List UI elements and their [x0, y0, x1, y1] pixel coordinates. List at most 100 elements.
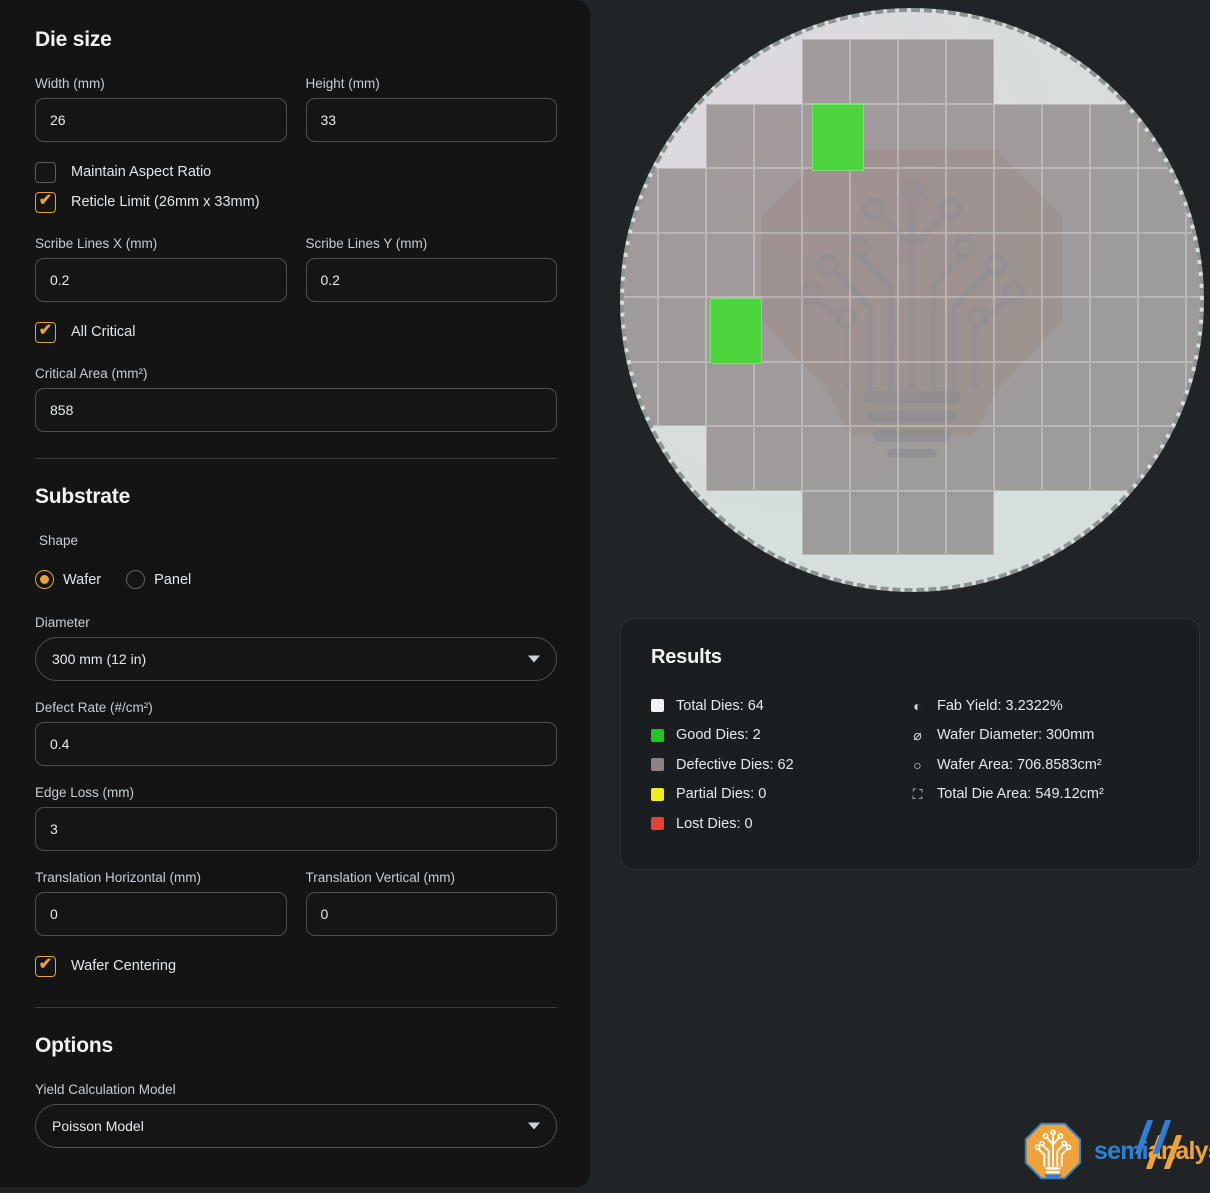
- die-cell[interactable]: [1042, 104, 1090, 169]
- die-cell[interactable]: [754, 233, 802, 298]
- reticle-limit-checkbox[interactable]: ✔: [35, 192, 56, 213]
- die-cell[interactable]: [1090, 104, 1138, 169]
- die-cell[interactable]: [1138, 104, 1186, 169]
- die-width-input[interactable]: [35, 98, 287, 142]
- die-cell[interactable]: [754, 168, 802, 233]
- wafer-disc[interactable]: [620, 8, 1204, 592]
- die-cell[interactable]: [1138, 168, 1186, 233]
- die-cell[interactable]: [850, 491, 898, 556]
- die-cell[interactable]: [946, 104, 994, 169]
- die-cell[interactable]: [850, 426, 898, 491]
- die-cell[interactable]: [1042, 426, 1090, 491]
- die-cell[interactable]: [1090, 233, 1138, 298]
- die-cell[interactable]: [658, 297, 706, 362]
- die-cell[interactable]: [994, 104, 1042, 169]
- die-cell[interactable]: [850, 362, 898, 427]
- wafer-centering-checkbox[interactable]: ✔: [35, 956, 56, 977]
- all-critical-row[interactable]: ✔ All Critical: [35, 317, 557, 347]
- die-cell[interactable]: [994, 426, 1042, 491]
- die-cell[interactable]: [620, 168, 658, 233]
- die-cell[interactable]: [946, 362, 994, 427]
- maintain-aspect-ratio-checkbox[interactable]: [35, 162, 56, 183]
- die-cell[interactable]: [850, 233, 898, 298]
- die-cell[interactable]: [802, 491, 850, 556]
- die-cell[interactable]: [802, 39, 850, 104]
- wafer-radio[interactable]: [35, 570, 54, 589]
- maintain-aspect-ratio-row[interactable]: Maintain Aspect Ratio: [35, 157, 557, 187]
- critical-area-input[interactable]: [35, 388, 557, 432]
- die-cell[interactable]: [850, 39, 898, 104]
- die-cell[interactable]: [620, 297, 658, 362]
- shape-option-panel[interactable]: Panel: [126, 570, 191, 589]
- die-cell[interactable]: [946, 491, 994, 556]
- die-cell[interactable]: [802, 426, 850, 491]
- die-cell[interactable]: [706, 104, 754, 169]
- die-cell[interactable]: [898, 426, 946, 491]
- die-cell[interactable]: [706, 168, 754, 233]
- yield-model-select-wrap[interactable]: Poisson Model: [35, 1104, 557, 1148]
- die-cell[interactable]: [1138, 426, 1186, 491]
- die-cell[interactable]: [898, 168, 946, 233]
- die-cell[interactable]: [754, 426, 802, 491]
- defect-rate-input[interactable]: [35, 722, 557, 766]
- wafer-centering-row[interactable]: ✔ Wafer Centering: [35, 951, 557, 981]
- die-cell[interactable]: [994, 168, 1042, 233]
- die-cell[interactable]: [658, 362, 706, 427]
- panel-radio[interactable]: [126, 570, 145, 589]
- die-cell[interactable]: [1186, 362, 1204, 427]
- die-cell[interactable]: [706, 362, 754, 427]
- shape-option-wafer[interactable]: Wafer: [35, 570, 101, 589]
- die-cell-good[interactable]: [710, 298, 762, 364]
- die-cell[interactable]: [706, 233, 754, 298]
- die-cell[interactable]: [1042, 168, 1090, 233]
- die-cell[interactable]: [802, 297, 850, 362]
- die-cell[interactable]: [802, 168, 850, 233]
- die-cell[interactable]: [1042, 233, 1090, 298]
- die-cell[interactable]: [898, 491, 946, 556]
- die-cell[interactable]: [898, 297, 946, 362]
- translation-vertical-input[interactable]: [306, 892, 558, 936]
- die-height-input[interactable]: [306, 98, 558, 142]
- die-cell[interactable]: [658, 233, 706, 298]
- die-cell[interactable]: [994, 297, 1042, 362]
- die-cell[interactable]: [898, 362, 946, 427]
- die-cell[interactable]: [1138, 233, 1186, 298]
- die-cell[interactable]: [994, 233, 1042, 298]
- die-cell[interactable]: [1042, 362, 1090, 427]
- die-cell[interactable]: [946, 426, 994, 491]
- die-cell[interactable]: [754, 104, 802, 169]
- die-cell[interactable]: [658, 168, 706, 233]
- scribe-x-input[interactable]: [35, 258, 287, 302]
- die-cell[interactable]: [802, 362, 850, 427]
- die-cell[interactable]: [1090, 362, 1138, 427]
- yield-model-select[interactable]: Poisson Model: [35, 1104, 557, 1148]
- diameter-select[interactable]: 300 mm (12 in): [35, 637, 557, 681]
- die-cell[interactable]: [850, 168, 898, 233]
- scribe-y-input[interactable]: [306, 258, 558, 302]
- die-cell[interactable]: [898, 39, 946, 104]
- die-cell-good[interactable]: [812, 104, 864, 171]
- die-cell[interactable]: [1090, 426, 1138, 491]
- die-cell[interactable]: [1138, 362, 1186, 427]
- die-cell[interactable]: [1042, 297, 1090, 362]
- die-cell[interactable]: [946, 233, 994, 298]
- die-cell[interactable]: [1186, 297, 1204, 362]
- diameter-select-wrap[interactable]: 300 mm (12 in): [35, 637, 557, 681]
- die-cell[interactable]: [994, 362, 1042, 427]
- die-cell[interactable]: [706, 426, 754, 491]
- die-cell[interactable]: [620, 362, 658, 427]
- reticle-limit-row[interactable]: ✔ Reticle Limit (26mm x 33mm): [35, 187, 557, 217]
- translation-horizontal-input[interactable]: [35, 892, 287, 936]
- die-cell[interactable]: [1090, 168, 1138, 233]
- all-critical-checkbox[interactable]: ✔: [35, 322, 56, 343]
- die-cell[interactable]: [1186, 233, 1204, 298]
- die-cell[interactable]: [620, 233, 658, 298]
- edge-loss-input[interactable]: [35, 807, 557, 851]
- die-cell[interactable]: [898, 104, 946, 169]
- die-cell[interactable]: [1138, 297, 1186, 362]
- die-cell[interactable]: [802, 233, 850, 298]
- die-cell[interactable]: [946, 168, 994, 233]
- die-cell[interactable]: [898, 233, 946, 298]
- die-cell[interactable]: [754, 362, 802, 427]
- die-cell[interactable]: [1090, 297, 1138, 362]
